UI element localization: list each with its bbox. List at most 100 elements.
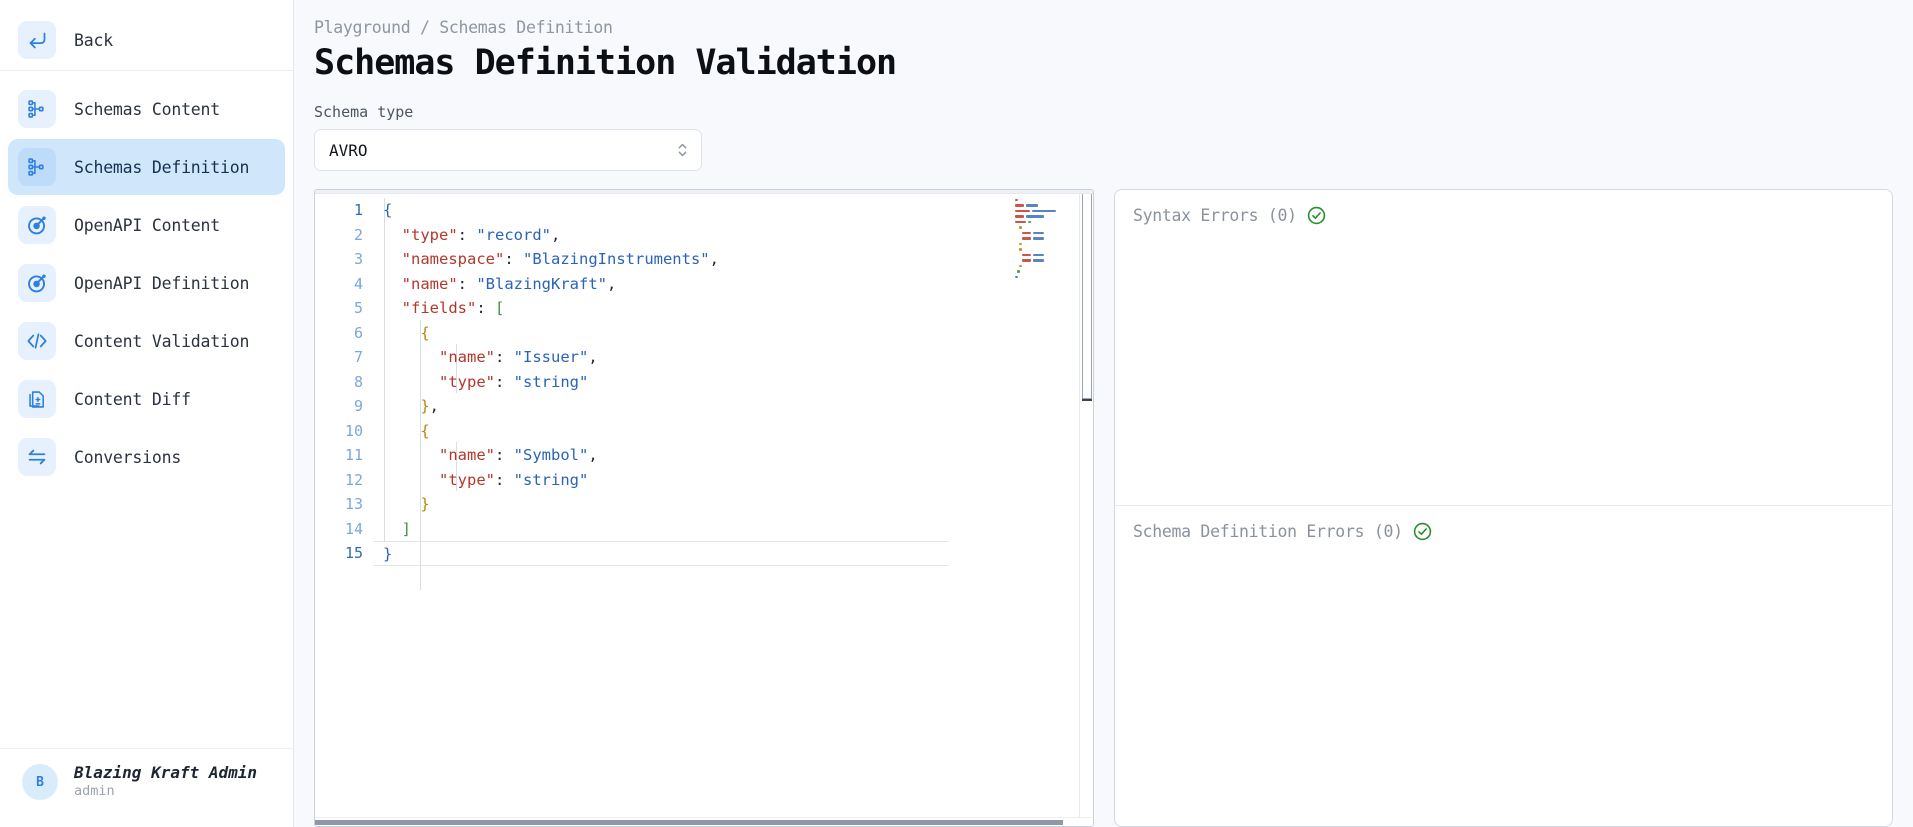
code-token: : (495, 470, 514, 489)
code-token: { (383, 201, 393, 219)
editor-minimap[interactable] (1015, 198, 1067, 318)
code-token: , (551, 225, 561, 244)
line-number: 15 (344, 544, 363, 562)
editor-code-area[interactable]: { "type": "record", "namespace": "Blazin… (373, 194, 1093, 817)
panels-row: 1 2 3 4 5 6 7 8 9 10 11 12 13 14 15 {"t… (314, 189, 1893, 827)
line-number: 12 (344, 470, 363, 489)
sidebar-item-conversions[interactable]: Conversions (8, 429, 285, 485)
line-number: 2 (353, 225, 363, 244)
editor-vertical-scrollbar[interactable] (1079, 194, 1093, 817)
code-token: "name" (401, 274, 458, 293)
schema-definition-errors-header: Schema Definition Errors (0) (1133, 522, 1874, 541)
schema-type-select-value[interactable]: AVRO (314, 129, 702, 171)
sidebar-item-content-validation[interactable]: Content Validation (8, 313, 285, 369)
code-line[interactable]: } (373, 541, 948, 566)
editor-horizontal-scroll-thumb[interactable] (315, 820, 1063, 825)
sidebar-item-schemas-definition[interactable]: Schemas Definition (8, 139, 285, 195)
code-token: : (495, 372, 514, 391)
code-editor[interactable]: 1 2 3 4 5 6 7 8 9 10 11 12 13 14 15 {"t… (314, 189, 1094, 827)
code-token: "type" (439, 372, 495, 391)
sidebar-item-openapi-content[interactable]: OpenAPI Content (8, 197, 285, 253)
code-token: "name" (439, 348, 495, 366)
code-token: { (420, 421, 430, 440)
editor-vertical-scroll-thumb[interactable] (1082, 194, 1092, 399)
syntax-errors-label: Syntax Errors (0) (1133, 206, 1297, 225)
check-circle-icon (1307, 206, 1326, 225)
code-line[interactable]: { (373, 419, 1093, 444)
code-line[interactable]: "type": "record", (373, 223, 1093, 248)
sidebar-item-content-diff-label: Content Diff (74, 389, 191, 409)
line-number: 10 (344, 421, 363, 440)
panel-resize-handle[interactable] (1094, 189, 1114, 827)
code-token: } (383, 545, 393, 563)
schema-definition-errors-label: Schema Definition Errors (0) (1133, 522, 1403, 541)
sidebar-item-schemas-content[interactable]: Schemas Content (8, 81, 285, 137)
chevron-updown-icon (677, 140, 688, 160)
line-number: 9 (353, 397, 363, 415)
code-line[interactable]: "type": "string" (373, 468, 1093, 493)
sidebar-item-conversions-label: Conversions (74, 447, 182, 467)
code-line[interactable]: "name": "Symbol", (373, 443, 1093, 468)
code-token: : (504, 250, 523, 268)
line-number: 3 (353, 250, 363, 268)
code-token: "record" (476, 225, 551, 244)
editor-line-numbers: 1 2 3 4 5 6 7 8 9 10 11 12 13 14 15 (315, 194, 373, 817)
code-line[interactable]: "name": "Issuer", (373, 345, 1093, 370)
code-token: : (457, 274, 477, 293)
code-token: "Issuer" (513, 348, 589, 366)
code-token: "type" (401, 225, 458, 244)
code-line[interactable]: "name": "BlazingKraft", (373, 272, 1093, 297)
code-line[interactable]: "fields": [ (373, 296, 1093, 321)
syntax-errors-card: Syntax Errors (0) (1114, 189, 1893, 505)
code-token: , (588, 446, 598, 464)
schema-type-field: Schema type AVRO (314, 103, 1893, 189)
sidebar-item-openapi-definition[interactable]: OpenAPI Definition (8, 255, 285, 311)
line-number: 5 (353, 299, 363, 317)
sidebar-item-openapi-content-label: OpenAPI Content (74, 215, 221, 235)
editor-body[interactable]: 1 2 3 4 5 6 7 8 9 10 11 12 13 14 15 {"t… (315, 194, 1093, 817)
code-token: [ (495, 299, 505, 317)
code-token: } (420, 397, 430, 415)
line-number: 8 (353, 372, 363, 391)
swap-arrows-icon (18, 438, 56, 476)
breadcrumb: Playground / Schemas Definition (314, 18, 613, 37)
code-line[interactable]: { (373, 321, 1093, 346)
openapi-icon (18, 206, 56, 244)
code-line[interactable]: ] (373, 517, 1093, 542)
sidebar-item-schemas-content-label: Schemas Content (74, 99, 221, 119)
line-number: 14 (344, 519, 363, 538)
code-token: : (476, 299, 495, 317)
sidebar-item-back[interactable]: Back (8, 12, 285, 68)
avatar: B (22, 764, 58, 801)
code-token: "type" (439, 470, 495, 489)
line-number: 11 (344, 446, 363, 464)
sidebar-item-content-diff[interactable]: Content Diff (8, 371, 285, 427)
syntax-errors-header: Syntax Errors (0) (1133, 206, 1874, 225)
code-token: "string" (513, 372, 589, 391)
code-token: , (588, 348, 598, 366)
sidebar-user-profile[interactable]: B Blazing Kraft Admin admin (0, 748, 293, 827)
schema-node-icon (18, 148, 56, 186)
file-diff-icon (18, 380, 56, 418)
code-line[interactable]: }, (373, 394, 1093, 419)
code-line[interactable]: { (373, 198, 1093, 223)
code-line[interactable]: } (373, 492, 1093, 517)
code-line[interactable]: "namespace": "BlazingInstruments", (373, 247, 1093, 272)
resize-grip-icon (1104, 189, 1105, 827)
editor-horizontal-scrollbar[interactable] (315, 817, 1093, 826)
editor-lines[interactable]: { "type": "record", "namespace": "Blazin… (373, 198, 1093, 566)
sidebar-back-section: Back (0, 0, 293, 71)
line-number: 6 (353, 323, 363, 342)
code-token: : (457, 225, 477, 244)
code-token: "fields" (401, 299, 477, 317)
schema-type-select[interactable]: AVRO (314, 129, 702, 171)
code-token: "namespace" (401, 250, 505, 268)
code-line[interactable]: "type": "string" (373, 370, 1093, 395)
code-token: "Symbol" (513, 446, 589, 464)
